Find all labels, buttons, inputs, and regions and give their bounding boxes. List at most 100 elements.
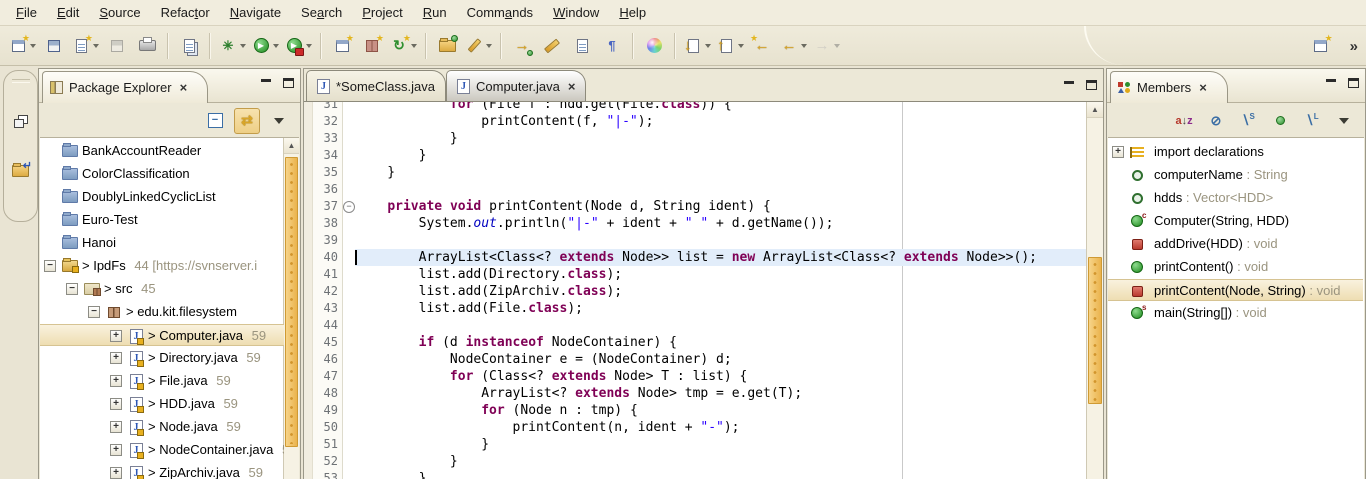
save-as-button[interactable] [39, 32, 69, 60]
maximize-button[interactable] [281, 76, 295, 88]
restore-view-button[interactable] [9, 109, 33, 133]
collapse-expander-icon[interactable]: − [66, 283, 78, 295]
fast-view-handle[interactable] [12, 79, 30, 83]
member-item-main-string[interactable]: smain(String[]) : void [1108, 302, 1363, 324]
expand-expander-icon[interactable]: + [110, 467, 122, 479]
dropdown-arrow-icon[interactable] [273, 44, 279, 48]
menu-edit[interactable]: Edit [47, 0, 89, 26]
new-element-button[interactable]: ★ [69, 32, 102, 60]
forward-button[interactable]: → [810, 32, 843, 60]
tree-item-directory.java[interactable]: +J> Directory.java 59 [40, 347, 284, 369]
expand-expander-icon[interactable]: + [110, 375, 122, 387]
hide-fields-button[interactable]: ⊘ [1203, 108, 1229, 134]
member-item-computername[interactable]: computerName : String [1108, 164, 1363, 186]
editor-tab-computer.java[interactable]: JComputer.java× [446, 70, 586, 102]
open-resource-button[interactable] [432, 32, 462, 60]
tree-item-doublylinkedcycliclist[interactable]: DoublyLinkedCyclicList [40, 186, 284, 208]
scroll-up-arrow-icon[interactable]: ▲ [1087, 102, 1103, 118]
tree-item-euro-test[interactable]: Euro-Test [40, 209, 284, 231]
dropdown-arrow-icon[interactable] [93, 44, 99, 48]
toolbar-overflow-chevron[interactable]: » [1350, 38, 1358, 55]
expand-expander-icon[interactable]: + [110, 398, 122, 410]
synchronize-button[interactable]: ↻★ [387, 32, 420, 60]
menu-file[interactable]: File [6, 0, 47, 26]
minimize-button[interactable] [1062, 78, 1076, 90]
menu-window[interactable]: Window [543, 0, 609, 26]
tree-item-file.java[interactable]: +J> File.java 59 [40, 370, 284, 392]
hide-local-types-button[interactable]: ∖L [1299, 108, 1325, 134]
menu-refactor[interactable]: Refactor [151, 0, 220, 26]
duplicate-button[interactable] [174, 32, 204, 60]
member-item-printcontent[interactable]: printContent() : void [1108, 256, 1363, 278]
save-button[interactable] [102, 32, 132, 60]
tree-item-nodecontainer.java[interactable]: +J> NodeContainer.java 59 [40, 439, 284, 461]
tree-item-hanoi[interactable]: Hanoi [40, 232, 284, 254]
new-wizard-button[interactable]: ★ [6, 32, 39, 60]
tree-item-src[interactable]: −> src 45 [40, 278, 284, 300]
scrollbar-thumb[interactable] [1088, 257, 1102, 404]
dropdown-arrow-icon[interactable] [30, 44, 36, 48]
member-item-import-declarations[interactable]: +import declarations [1108, 141, 1363, 163]
expand-expander-icon[interactable]: + [110, 352, 122, 364]
tree-item-bankaccountreader[interactable]: BankAccountReader [40, 140, 284, 162]
dropdown-arrow-icon[interactable] [801, 44, 807, 48]
next-nav-annotation-button[interactable]: → [507, 32, 537, 60]
source-doc-button[interactable] [567, 32, 597, 60]
menu-commands[interactable]: Commands [457, 0, 543, 26]
collapse-expander-icon[interactable]: − [88, 306, 100, 318]
open-perspective-button[interactable]: ★ [1306, 32, 1336, 60]
code-text-area[interactable]: for (File f : hdd.get(File.class)) { pri… [355, 102, 1087, 479]
tree-item-node.java[interactable]: +J> Node.java 59 [40, 416, 284, 438]
minimize-button[interactable] [1324, 76, 1338, 88]
last-edit-location-button[interactable]: ←★ [747, 32, 777, 60]
dropdown-arrow-icon[interactable] [486, 44, 492, 48]
maximize-button[interactable] [1084, 78, 1098, 90]
expand-expander-icon[interactable]: + [110, 421, 122, 433]
tree-item-colorclassification[interactable]: ColorClassification [40, 163, 284, 185]
view-menu-button[interactable] [266, 108, 292, 134]
editor-tab-someclass.java[interactable]: J*SomeClass.java [306, 70, 446, 102]
import-wizard-button[interactable]: ★ [327, 32, 357, 60]
menu-project[interactable]: Project [352, 0, 412, 26]
dropdown-arrow-icon[interactable] [834, 44, 840, 48]
members-list[interactable]: +import declarationscomputerName : Strin… [1108, 137, 1364, 479]
collapse-expander-icon[interactable]: − [44, 260, 56, 272]
view-menu-button[interactable] [1331, 108, 1357, 134]
expand-expander-icon[interactable]: + [110, 444, 122, 456]
dropdown-arrow-icon[interactable] [411, 44, 417, 48]
scrollbar-thumb[interactable] [285, 157, 298, 447]
maximize-button[interactable] [1346, 76, 1360, 88]
code-editor[interactable]: 3132333435363738394041424344454647484950… [304, 101, 1103, 479]
tree-item-edu.kit.filesystem[interactable]: −> edu.kit.filesystem [40, 301, 284, 323]
member-item-adddrive-hdd[interactable]: addDrive(HDD) : void [1108, 233, 1363, 255]
close-icon[interactable]: × [180, 80, 188, 95]
minimize-button[interactable] [259, 76, 273, 88]
dropdown-arrow-icon[interactable] [306, 44, 312, 48]
back-button[interactable]: ← [777, 32, 810, 60]
menu-navigate[interactable]: Navigate [220, 0, 291, 26]
menu-run[interactable]: Run [413, 0, 457, 26]
link-with-editor-button[interactable]: ⇄ [234, 108, 260, 134]
open-folder-view-button[interactable]: ↵ [9, 159, 33, 183]
scroll-up-arrow-icon[interactable]: ▲ [284, 138, 299, 154]
menu-search[interactable]: Search [291, 0, 352, 26]
grid-wizard-button[interactable]: ★ [357, 32, 387, 60]
close-icon[interactable]: × [568, 79, 576, 94]
show-public-button[interactable] [1267, 108, 1293, 134]
debug-button[interactable]: ✳ [216, 32, 249, 60]
member-item-printcontent-node-string[interactable]: printContent(Node, String) : void [1108, 279, 1363, 301]
tree-item-hdd.java[interactable]: +J> HDD.java 59 [40, 393, 284, 415]
show-whitespace-button[interactable]: ¶ [597, 32, 627, 60]
menu-source[interactable]: Source [89, 0, 150, 26]
package-explorer-tab[interactable]: Package Explorer × [42, 71, 208, 103]
dropdown-arrow-icon[interactable] [738, 44, 744, 48]
print-button[interactable] [132, 32, 162, 60]
package-explorer-scrollbar[interactable]: ▲ [283, 138, 299, 479]
highlighter-button[interactable] [537, 32, 567, 60]
dropdown-arrow-icon[interactable] [705, 44, 711, 48]
run-button[interactable]: ▶ [249, 32, 282, 60]
color-palette-button[interactable] [639, 32, 669, 60]
package-explorer-tree[interactable]: ▲ BankAccountReaderColorClassificationDo… [40, 137, 299, 479]
marker-pen-button[interactable] [462, 32, 495, 60]
sort-button[interactable]: a↓z [1171, 108, 1197, 134]
